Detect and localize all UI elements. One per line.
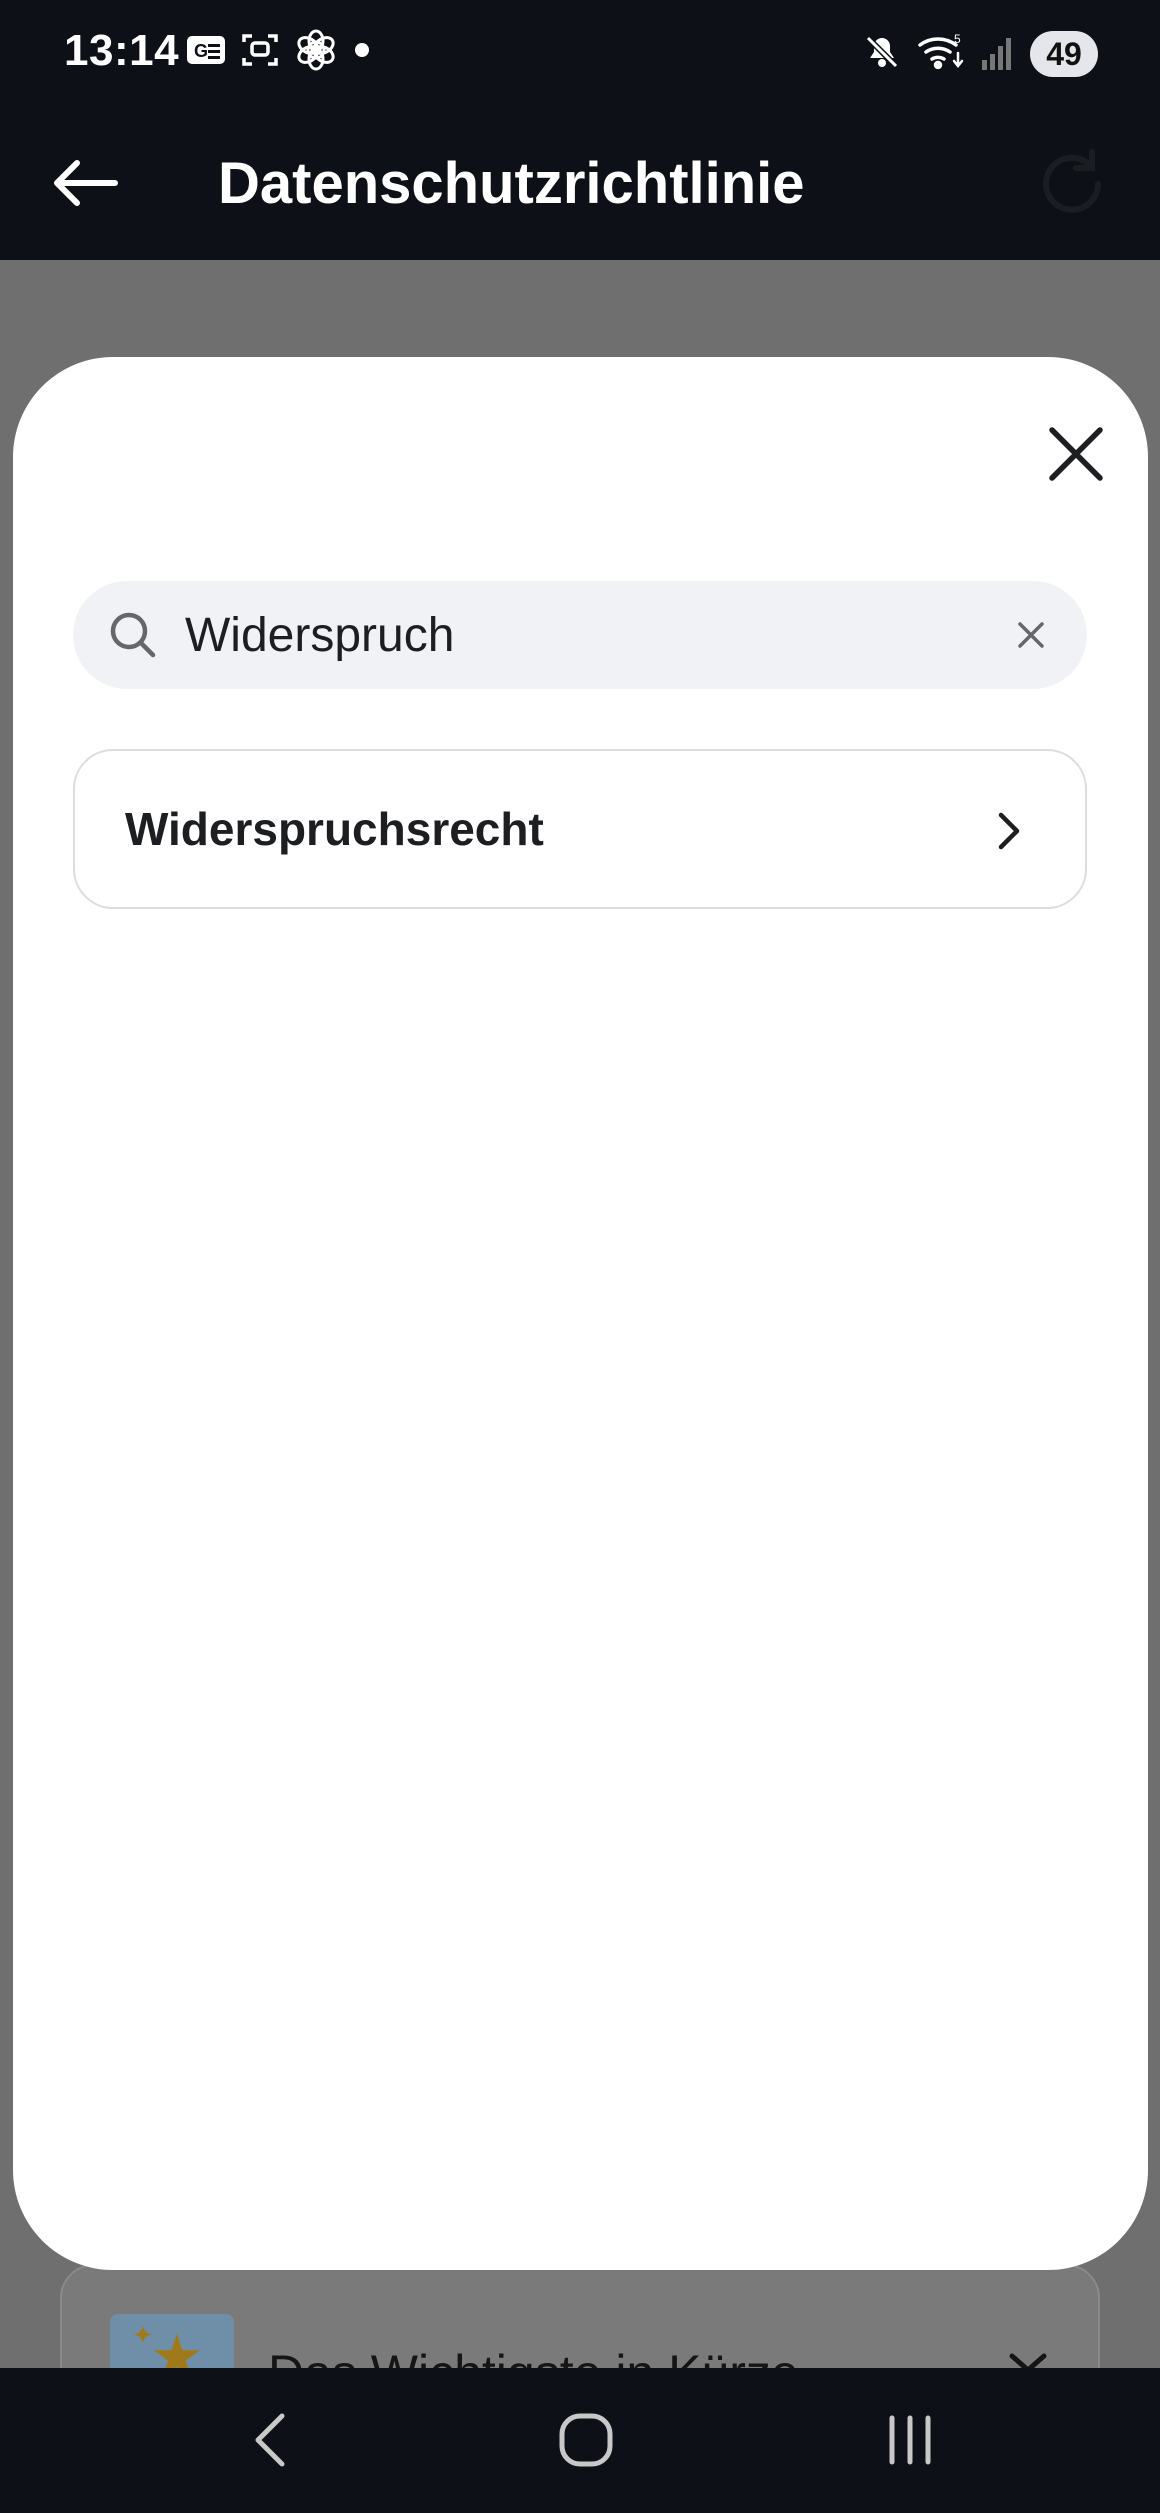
svg-text:5: 5 <box>954 32 961 46</box>
nav-back-button[interactable] <box>230 2400 310 2480</box>
nav-recents-button[interactable] <box>870 2400 950 2480</box>
status-left-icons: G <box>186 28 372 76</box>
nav-home-button[interactable] <box>544 2398 628 2482</box>
card-thumbnail: ✦ ★ <box>110 2314 234 2368</box>
signal-icon <box>980 32 1016 77</box>
chevron-down-icon <box>1009 2353 1047 2368</box>
chevron-right-icon <box>998 812 1020 850</box>
search-box <box>73 581 1087 689</box>
wifi-icon: 5 <box>916 31 966 78</box>
system-nav-bar <box>0 2368 1160 2513</box>
close-modal-button[interactable] <box>1029 407 1123 501</box>
mute-icon <box>862 32 902 77</box>
close-icon <box>1018 622 1044 648</box>
status-time: 13:14 <box>64 26 180 75</box>
sim-card-icon: G <box>186 35 226 70</box>
clear-search-button[interactable] <box>1001 605 1061 665</box>
app-header: Datenschutzrichtlinie <box>0 110 1160 260</box>
status-right-icons: 5 49 <box>862 28 1098 80</box>
close-icon <box>1049 427 1103 481</box>
search-modal: Widerspruchsrecht <box>13 357 1148 2270</box>
search-icon <box>110 612 156 658</box>
nav-back-icon <box>255 2413 285 2467</box>
svg-text:G: G <box>194 41 208 61</box>
arrow-left-icon <box>54 160 118 206</box>
reload-icon <box>1043 149 1101 213</box>
page-title: Datenschutzrichtlinie <box>218 151 805 216</box>
screen-capture-icon <box>240 30 280 75</box>
search-input[interactable] <box>185 599 1005 671</box>
battery-icon: 49 <box>1030 31 1098 77</box>
background-card-title: Das Wichtigste in Kürze <box>268 2344 799 2368</box>
reload-button[interactable] <box>1024 136 1120 232</box>
nav-recents-icon <box>889 2415 931 2465</box>
star-icon: ★ <box>150 2323 204 2368</box>
chatgpt-icon <box>294 28 338 77</box>
background-card: ✦ ★ Das Wichtigste in Kürze <box>60 2264 1100 2368</box>
nav-home-icon <box>559 2413 613 2467</box>
search-result-label: Widerspruchsrecht <box>125 803 544 855</box>
search-result-item[interactable]: Widerspruchsrecht <box>73 749 1087 909</box>
status-bar: 13:14 G 5 49 <box>0 0 1160 110</box>
back-button[interactable] <box>40 138 130 228</box>
notification-dot-icon <box>352 40 372 65</box>
